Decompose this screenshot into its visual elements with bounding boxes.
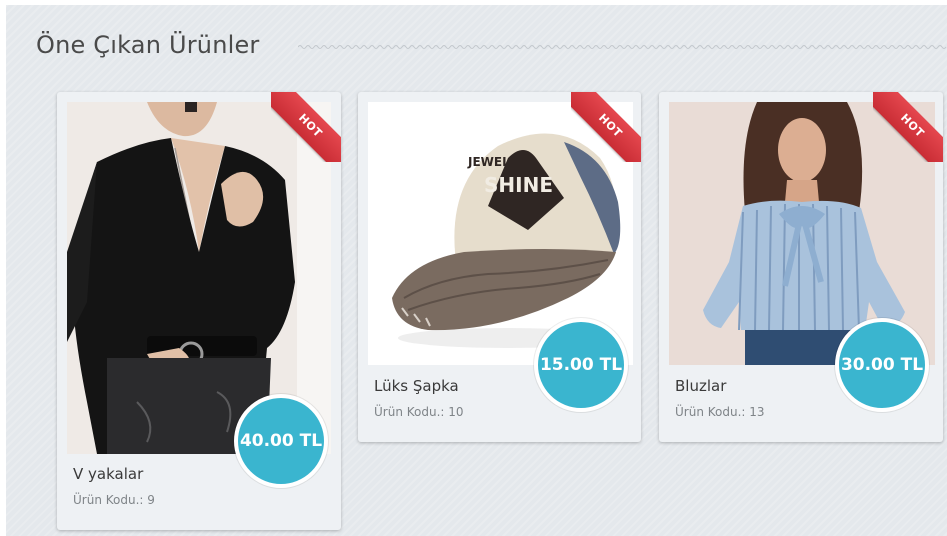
- cap-text-line2: SHINE: [484, 173, 553, 197]
- title-wave-divider: [298, 45, 947, 49]
- cap-text-line1: JEWEL: [467, 155, 510, 169]
- product-code: Ürün Kodu.: 13: [675, 405, 765, 419]
- product-card-bluzlar[interactable]: HOT 30.00 TL Bluzlar Ürün Kodu.: 13: [659, 92, 943, 442]
- product-card-luks-sapka[interactable]: JEWEL SHINE HOT 15.00 TL Lüks Şapka Ürün…: [358, 92, 641, 442]
- hot-label: HOT: [898, 111, 927, 140]
- hot-ribbon: HOT: [571, 92, 641, 162]
- price-badge: 40.00 TL: [234, 394, 328, 488]
- product-code: Ürün Kodu.: 10: [374, 405, 464, 419]
- hot-ribbon: HOT: [271, 92, 341, 162]
- product-name[interactable]: Bluzlar: [675, 377, 726, 395]
- featured-products-section: Öne Çıkan Ürünler HOT 40.00 TL V yakalar…: [6, 5, 947, 536]
- section-title: Öne Çıkan Ürünler: [36, 31, 260, 59]
- hot-ribbon: HOT: [873, 92, 943, 162]
- product-card-v-yakalar[interactable]: HOT 40.00 TL V yakalar Ürün Kodu.: 9: [57, 92, 341, 530]
- product-name[interactable]: Lüks Şapka: [374, 377, 459, 395]
- price-badge: 30.00 TL: [835, 318, 929, 412]
- hot-label: HOT: [596, 111, 625, 140]
- hot-label: HOT: [296, 111, 325, 140]
- product-name[interactable]: V yakalar: [73, 465, 143, 483]
- price-badge: 15.00 TL: [534, 318, 628, 412]
- product-code: Ürün Kodu.: 9: [73, 493, 155, 507]
